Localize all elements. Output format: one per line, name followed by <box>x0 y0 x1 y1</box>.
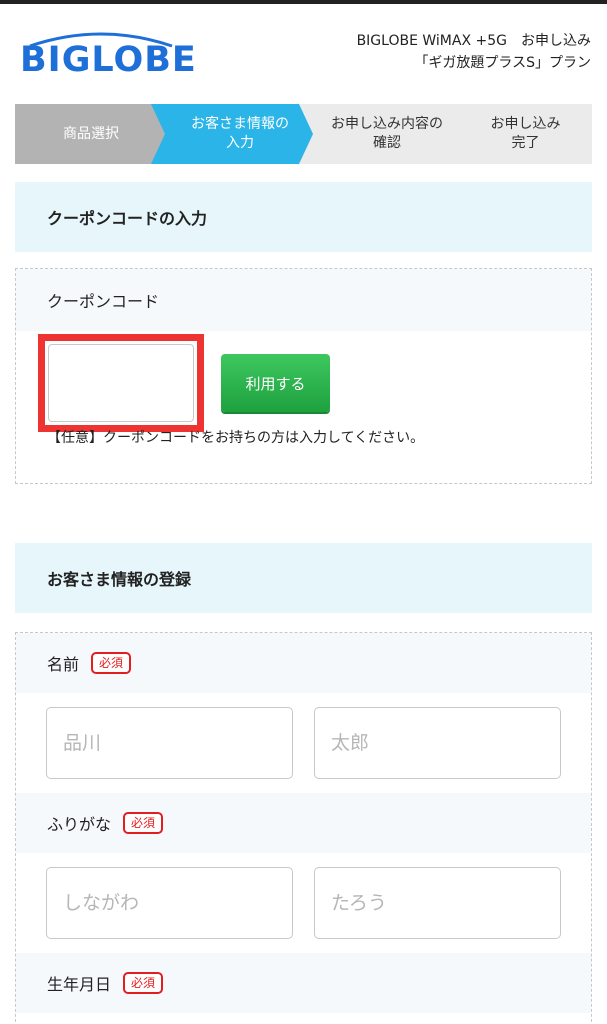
apply-coupon-button[interactable]: 利用する <box>221 354 330 412</box>
birthdate-label: 生年月日 <box>47 975 112 994</box>
biglobe-logo[interactable]: BIGLOBE <box>20 26 196 82</box>
plan-title-line2: 「ギガ放題プラスS」プラン <box>414 55 591 71</box>
plan-title: BIGLOBE WiMAX +5G お申し込み 「ギガ放題プラスS」プラン <box>357 30 591 74</box>
coupon-section-heading: クーポンコードの入力 <box>15 182 592 252</box>
furigana-label: ふりがな <box>47 815 112 834</box>
plan-title-line1: BIGLOBE WiMAX +5G お申し込み <box>356 33 591 49</box>
customer-panel: 名前 必須 ふりがな 必須 生年月日 必須 <box>15 632 592 1024</box>
last-name-kana-input[interactable] <box>46 867 293 939</box>
required-badge: 必須 <box>91 652 132 674</box>
name-label-row: 名前 必須 <box>16 633 591 693</box>
first-name-kana-input[interactable] <box>314 867 561 939</box>
required-badge: 必須 <box>123 812 164 834</box>
furigana-label-row: ふりがな 必須 <box>16 793 591 853</box>
name-label: 名前 <box>47 655 80 674</box>
step-confirm: お申し込み内容の 確認 <box>299 104 461 164</box>
coupon-input-highlight <box>38 334 204 432</box>
birthdate-label-row: 生年月日 必須 <box>16 953 591 1013</box>
coupon-note: 【任意】クーポンコードをお持ちの方は入力してください。 <box>47 430 425 446</box>
coupon-code-input[interactable] <box>48 344 194 422</box>
coupon-panel: クーポンコード 利用する 【任意】クーポンコードをお持ちの方は入力してください。 <box>15 268 592 484</box>
step-customer-info: お客さま情報の 入力 <box>151 104 315 164</box>
site-header: BIGLOBE BIGLOBE WiMAX +5G お申し込み 「ギガ放題プラス… <box>0 4 607 100</box>
last-name-input[interactable] <box>46 707 293 779</box>
coupon-field-label: クーポンコード <box>16 269 591 331</box>
first-name-input[interactable] <box>314 707 561 779</box>
customer-section-heading: お客さま情報の登録 <box>15 543 592 613</box>
step-product-selection: 商品選択 <box>15 104 167 164</box>
logo-text: BIGLOBE <box>20 40 197 80</box>
required-badge: 必須 <box>123 972 164 994</box>
progress-steps: 商品選択 お客さま情報の 入力 お申し込み内容の 確認 お申し込み 完了 <box>15 104 592 164</box>
step-complete: お申し込み 完了 <box>445 104 592 164</box>
